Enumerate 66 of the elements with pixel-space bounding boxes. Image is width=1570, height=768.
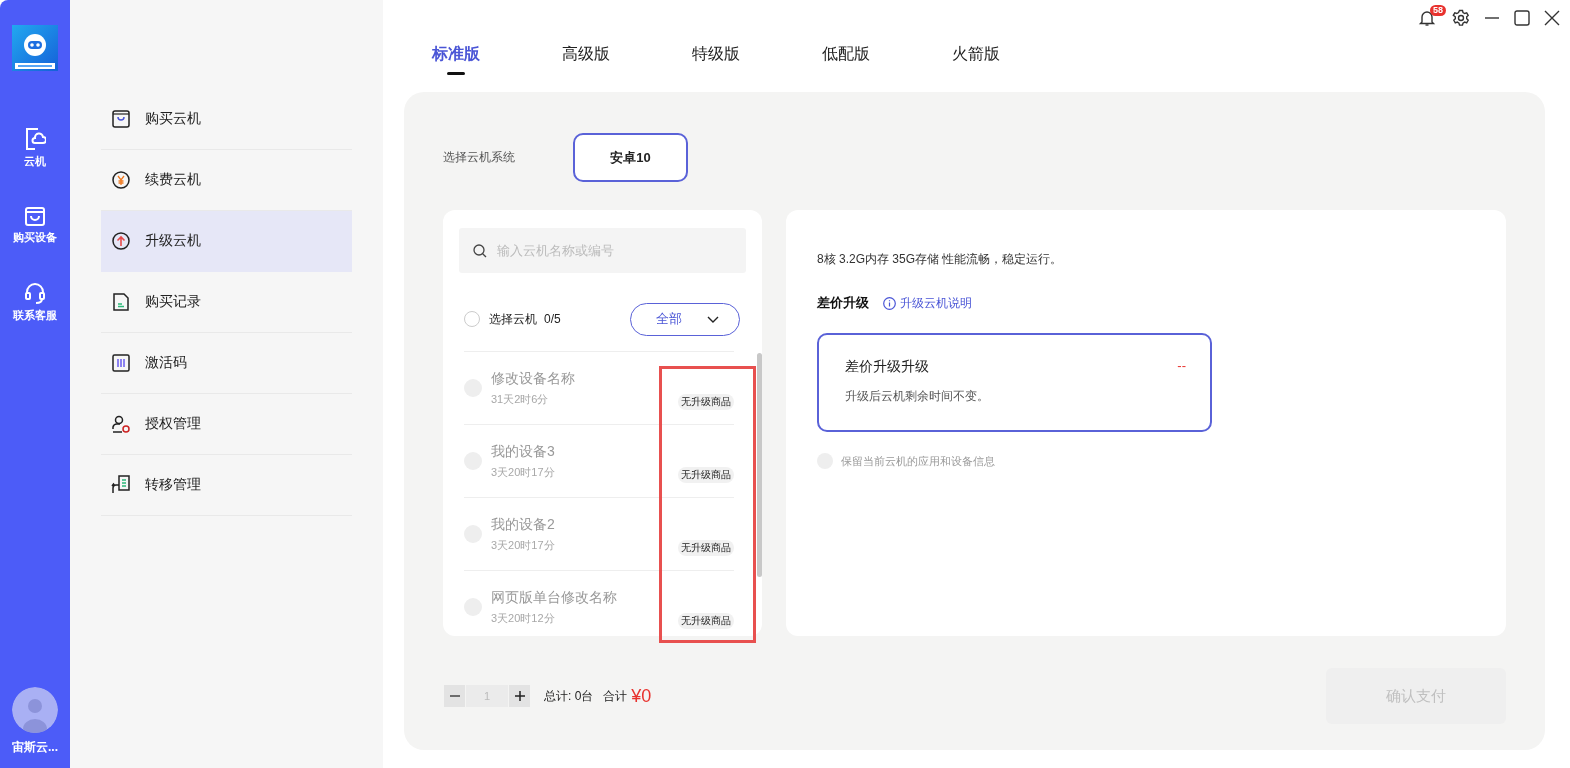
shopping-bag-icon [112,110,130,128]
increase-button[interactable] [509,685,530,707]
selection-count: 0/5 [544,312,561,326]
system-label: 选择云机系统 [443,149,516,166]
nav-item[interactable]: 升级云机 [101,211,352,272]
decrease-button[interactable] [444,685,465,707]
option-title: 差价升级升级 [845,358,929,376]
option-note: 升级后云机剩余时间不变。 [845,388,990,405]
scrollbar[interactable] [757,353,762,577]
device-time: 3天20时17分 [491,537,555,553]
section-title: 差价升级 [817,294,869,312]
nav-item[interactable]: 授权管理 [101,394,352,455]
close-icon[interactable] [1544,10,1560,26]
user-key-icon [111,414,131,434]
tab-underline [447,72,465,75]
transfer-icon [111,475,131,495]
avatar [12,687,58,733]
info-icon [883,296,896,310]
document-icon [113,293,129,311]
status-tag: 无升级商品 [678,467,734,483]
select-all-label: 选择云机 [489,310,537,328]
app-logo [12,25,58,71]
rail-item[interactable]: 联系客服 [13,281,57,323]
device-time: 3天20时12分 [491,610,556,626]
maximize-icon[interactable] [1514,10,1530,26]
code-bars-icon [112,354,130,372]
tab[interactable]: 火箭版 [952,45,1000,62]
device-name: 修改设备名称 [491,369,575,388]
tab[interactable]: 特级版 [692,45,740,62]
upgrade-option-card[interactable]: 差价升级升级 -- 升级后云机剩余时间不变。 [817,333,1212,432]
settings-icon[interactable] [1452,9,1470,27]
rail-item[interactable]: 购买设备 [13,205,57,245]
status-tag: 无升级商品 [678,394,734,410]
device-time: 3天20时17分 [491,464,555,480]
device-time: 31天2时6分 [491,391,550,407]
tab[interactable]: 标准版 [432,45,480,62]
total-price: ¥0 [631,685,652,707]
search-icon [473,243,487,258]
shopping-bag-icon [24,205,46,227]
device-name: 网页版单台修改名称 [491,588,617,607]
nav-item[interactable]: 激活码 [101,333,352,394]
nav-item[interactable]: 购买记录 [101,272,352,333]
filter-dropdown[interactable]: 全部 [630,302,740,336]
nav-item[interactable]: 购买云机 [101,89,352,150]
tab[interactable]: 低配版 [822,45,870,62]
status-tag: 无升级商品 [678,540,734,556]
sum-label: 合计 [603,687,628,705]
plus-icon [514,691,525,701]
device-name: 我的设备2 [491,515,555,534]
status-tag: 无升级商品 [678,613,734,629]
user-name: 宙斯云... [12,739,58,756]
tab[interactable]: 高级版 [562,45,610,62]
chevron-down-icon [707,315,719,323]
yuan-coin-icon [112,171,130,189]
option-price: -- [1177,358,1186,375]
keep-data-label: 保留当前云机的应用和设备信息 [841,453,995,469]
nav-item[interactable]: 转移管理 [101,455,352,516]
notification-count: 58 [1430,5,1446,16]
device-name: 我的设备3 [491,442,555,461]
rail-item[interactable]: 云机 [24,127,46,169]
total-count: 总计: 0台 [544,687,594,705]
spec-text: 8核 3.2G内存 35G存储 性能流畅，稳定运行。 [817,251,1064,268]
help-link[interactable]: 升级云机说明 [883,294,972,312]
cloud-phone-icon [24,127,46,151]
headset-icon [24,281,46,305]
system-option[interactable]: 安卓10 [573,133,688,182]
